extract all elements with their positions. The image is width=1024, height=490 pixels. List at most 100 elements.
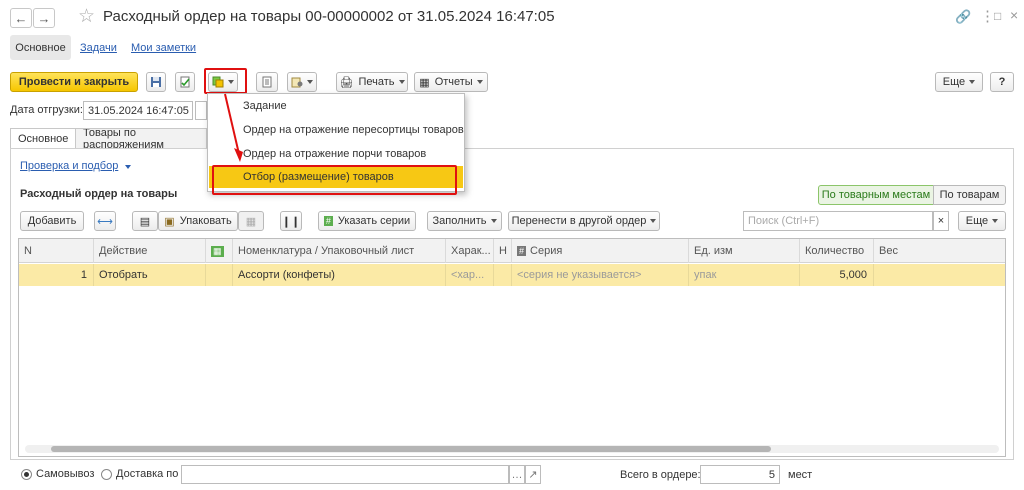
post-button[interactable] — [175, 72, 195, 92]
radio-selected-icon — [21, 468, 32, 480]
maximize-icon[interactable]: □ — [994, 9, 1001, 23]
shipment-date-label: Дата отгрузки: — [10, 104, 83, 116]
pallet-button[interactable]: ▤ — [132, 211, 158, 231]
table-more-label: Еще — [965, 215, 989, 227]
column-header-characteristic[interactable]: Харак... — [446, 239, 494, 263]
column-header-action[interactable]: Действие — [94, 239, 206, 263]
cell-unit: упак — [689, 264, 800, 286]
print-button[interactable]: 🖨 Печать — [336, 72, 408, 92]
tab-notes[interactable]: Мои заметки — [131, 42, 196, 54]
pack-button[interactable]: ▣ Упаковать — [158, 211, 238, 231]
column-header-n[interactable]: N — [19, 239, 94, 263]
forward-button[interactable]: → — [33, 8, 55, 28]
close-icon[interactable]: × — [1010, 7, 1018, 23]
subtab-main[interactable]: Основное — [10, 128, 77, 149]
column-header-unit[interactable]: Ед. изм — [689, 239, 800, 263]
save-button[interactable] — [146, 72, 166, 92]
reports-button[interactable]: ▦ Отчеты — [414, 72, 488, 92]
move-to-other-order-button[interactable]: Перенести в другой ордер — [508, 211, 660, 231]
delivery-radio[interactable]: Доставка по — [101, 468, 178, 480]
chevron-down-icon — [125, 165, 132, 169]
table-more-button[interactable]: Еще — [958, 211, 1006, 231]
link-icon[interactable]: 🔗 — [955, 9, 971, 25]
calendar-button[interactable] — [195, 101, 207, 120]
barcode-icon: ❙❙ — [281, 215, 301, 228]
total-label: Всего в ордере: — [620, 469, 701, 481]
search-clear-button[interactable]: × — [933, 211, 949, 231]
radio-empty-icon — [101, 468, 112, 480]
more-label: Еще — [942, 76, 966, 88]
table-row[interactable]: 1 Отобрать Ассорти (конфеты) <хар... <се… — [19, 264, 1005, 286]
column-header-series[interactable]: # Серия — [512, 239, 689, 263]
unpack-button[interactable]: ▦ — [238, 211, 264, 231]
pickup-radio[interactable]: Самовывоз — [21, 468, 94, 480]
attachment-icon — [291, 77, 303, 88]
cell-series: <серия не указывается> — [512, 264, 689, 286]
add-button[interactable]: Добавить — [20, 211, 84, 231]
unpack-icon: ▦ — [245, 215, 257, 228]
column-header-quantity[interactable]: Количество — [800, 239, 874, 263]
delivery-label: Доставка по — [116, 468, 179, 480]
subtab-goods-by-orders[interactable]: Товары по распоряжениям — [75, 128, 207, 149]
save-icon — [151, 77, 161, 87]
attachments-button[interactable] — [287, 72, 317, 92]
total-places-field: 5 — [700, 465, 780, 484]
star-icon[interactable]: ☆ — [78, 5, 95, 28]
column-header-weight[interactable]: Вес — [874, 239, 1005, 263]
back-button[interactable]: ← — [10, 8, 32, 28]
column-header-item[interactable]: Номенклатура / Упаковочный лист — [233, 239, 446, 263]
specify-series-button[interactable]: # Указать серии — [318, 211, 416, 231]
more-button[interactable]: Еще — [935, 72, 983, 92]
pallet-icon: ▤ — [139, 215, 151, 228]
fill-button[interactable]: Заполнить — [427, 211, 502, 231]
cell-characteristic: <хар... — [446, 264, 494, 286]
reports-icon: ▦ — [419, 76, 430, 89]
help-button[interactable]: ? — [990, 72, 1014, 92]
page-title: Расходный ордер на товары 00-00000002 от… — [103, 8, 555, 25]
cell-h — [494, 264, 512, 286]
chevron-down-icon — [969, 80, 976, 84]
post-and-close-button[interactable]: Провести и закрыть — [10, 72, 138, 92]
fill-label: Заполнить — [432, 215, 487, 227]
delivery-open-button[interactable]: ↗ — [525, 465, 541, 484]
post-document-icon — [180, 76, 190, 88]
share-button[interactable]: ⟷ — [94, 211, 116, 231]
cell-n: 1 — [19, 264, 94, 286]
tab-tasks[interactable]: Задачи — [80, 42, 117, 54]
more-vertical-icon[interactable]: ⋮ — [980, 7, 995, 25]
arrow-right-icon: → — [37, 10, 51, 26]
section-title: Расходный ордер на товары — [20, 188, 178, 200]
cell-item: Ассорти (конфеты) — [233, 264, 446, 286]
check-link-label: Проверка и подбор — [20, 160, 119, 172]
barcode-button[interactable]: ❙❙ — [280, 211, 302, 231]
scrollbar-thumb[interactable] — [51, 446, 771, 452]
column-header-h[interactable]: Н — [494, 239, 512, 263]
table-header: N Действие ▦ Номенклатура / Упаковочный … — [19, 239, 1005, 263]
horizontal-scrollbar[interactable] — [25, 445, 999, 453]
chevron-down-icon — [307, 80, 313, 84]
column-header-series-label: Серия — [530, 245, 563, 257]
document-list-icon — [262, 76, 272, 88]
chevron-down-icon — [476, 80, 483, 84]
column-header-icon[interactable]: ▦ — [206, 239, 233, 263]
places-icon: ▦ — [211, 245, 224, 257]
view-by-places-button[interactable]: По товарным местам — [818, 185, 934, 205]
chevron-down-icon — [992, 219, 999, 223]
cell-weight — [874, 264, 1005, 286]
tab-main[interactable]: Основное — [10, 35, 71, 60]
cell-quantity: 5,000 — [800, 264, 874, 286]
shipment-date-field[interactable]: 31.05.2024 16:47:05 — [83, 101, 193, 120]
chevron-down-icon — [650, 219, 657, 223]
view-by-goods-button[interactable]: По товарам — [933, 185, 1006, 205]
delivery-select-button[interactable]: … — [509, 465, 525, 484]
check-and-select-link[interactable]: Проверка и подбор — [20, 160, 132, 172]
series-icon: # — [323, 216, 333, 226]
goods-table[interactable]: N Действие ▦ Номенклатура / Упаковочный … — [18, 238, 1006, 457]
search-input[interactable]: Поиск (Ctrl+F) — [743, 211, 933, 231]
pack-label: Упаковать — [179, 215, 232, 227]
delivery-field[interactable] — [181, 465, 509, 484]
chevron-down-icon — [398, 80, 405, 84]
share-icon: ⟷ — [97, 215, 113, 228]
printer-icon: 🖨 — [339, 76, 354, 89]
structure-button[interactable] — [256, 72, 278, 92]
